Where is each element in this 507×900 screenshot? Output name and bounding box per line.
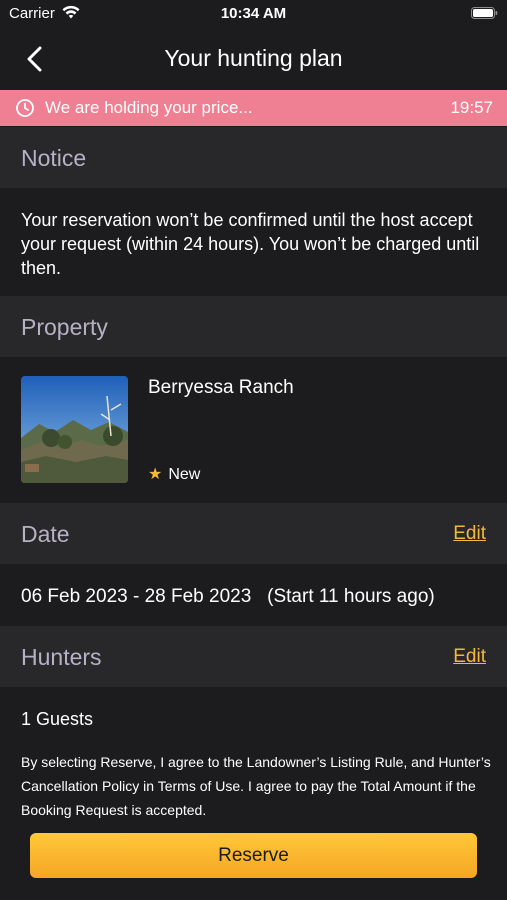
- status-time: 10:34 AM: [220, 5, 287, 22]
- navigation-bar: Your hunting plan: [0, 30, 507, 90]
- notice-text: Your reservation won’t be confirmed unti…: [21, 210, 480, 278]
- battery-icon: [471, 7, 498, 19]
- property-card[interactable]: Berryessa Ranch ★ New: [0, 357, 507, 503]
- status-bar: Carrier 10:34 AM: [0, 0, 507, 30]
- price-hold-banner: We are holding your price... 19:57: [0, 90, 507, 126]
- reserve-button[interactable]: Reserve: [30, 833, 477, 878]
- guest-count: 1 Guests: [21, 709, 94, 729]
- property-heading: Property: [21, 314, 108, 340]
- clock-icon: [16, 99, 34, 117]
- hunters-section-header: Hunters Edit: [0, 626, 507, 687]
- notice-section-body: Your reservation won’t be confirmed unti…: [0, 188, 507, 296]
- notice-section-header: Notice: [0, 127, 507, 188]
- notice-heading: Notice: [21, 145, 87, 171]
- property-photo[interactable]: [21, 376, 128, 483]
- star-icon: ★: [148, 466, 163, 483]
- terms-text: By selecting Reserve, I agree to the Lan…: [21, 754, 491, 818]
- countdown-timer: 19:57: [450, 98, 493, 117]
- date-value: 06 Feb 2023 - 28 Feb 2023 (Start 11 hour…: [21, 586, 435, 608]
- date-section-body: 06 Feb 2023 - 28 Feb 2023 (Start 11 hour…: [0, 564, 507, 626]
- property-rating: ★ New: [148, 464, 200, 484]
- date-relative: (Start 11 hours ago): [267, 586, 435, 607]
- rating-label: New: [168, 466, 201, 483]
- date-section-header: Date Edit: [0, 503, 507, 564]
- booking-footer: By selecting Reserve, I agree to the Lan…: [0, 738, 507, 900]
- page-title: Your hunting plan: [164, 45, 343, 71]
- price-hold-message: We are holding your price...: [45, 98, 253, 117]
- edit-date-link[interactable]: Edit: [453, 523, 486, 545]
- date-range: 06 Feb 2023 - 28 Feb 2023: [21, 586, 252, 607]
- date-heading: Date: [21, 521, 70, 547]
- hunters-heading: Hunters: [21, 644, 102, 670]
- property-name: Berryessa Ranch: [148, 377, 294, 398]
- hunters-section-body: 1 Guests: [0, 687, 507, 738]
- property-section-header: Property: [0, 296, 507, 357]
- edit-hunters-link[interactable]: Edit: [453, 646, 486, 668]
